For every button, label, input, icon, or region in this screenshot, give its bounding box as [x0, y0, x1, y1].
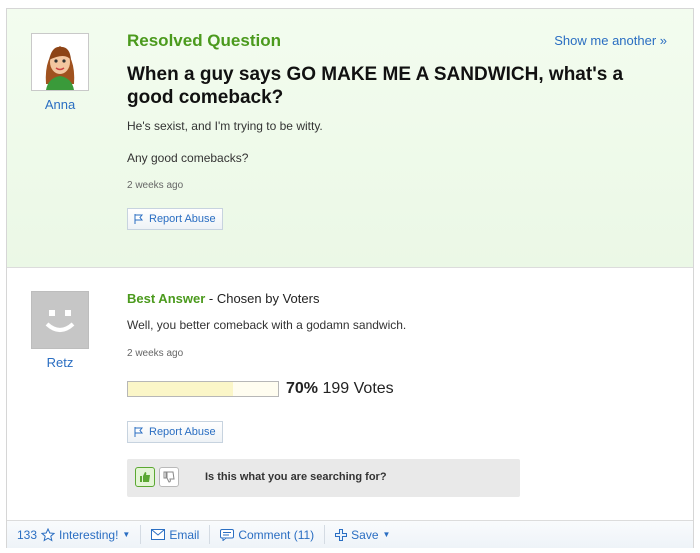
question-details: He's sexist, and I'm trying to be witty. — [127, 119, 323, 133]
report-abuse-label: Report Abuse — [149, 213, 216, 225]
thumbs-down-button[interactable] — [159, 467, 179, 487]
save-button[interactable]: Save ▼ — [325, 525, 400, 544]
action-bar: 133 Interesting! ▼ Email Comment (11) Sa… — [7, 520, 693, 548]
asker-avatar[interactable] — [31, 33, 89, 91]
save-label: Save — [351, 527, 379, 542]
vote-count: 199 Votes — [322, 380, 394, 397]
chevron-down-icon: ▼ — [382, 530, 391, 539]
thumbs-up-button[interactable] — [135, 467, 155, 487]
thumbs-down-icon — [163, 471, 175, 483]
comment-button[interactable]: Comment (11) — [210, 525, 326, 544]
flag-icon — [134, 214, 144, 224]
chevron-down-icon: ▼ — [122, 530, 131, 539]
question-timestamp: 2 weeks ago — [127, 180, 184, 191]
thumbs-up-icon — [140, 472, 150, 482]
best-answer-label: Best Answer — [127, 291, 206, 306]
interesting-count: 133 — [17, 527, 38, 542]
answer-report-abuse-button[interactable]: Report Abuse — [127, 421, 223, 443]
vote-progress-bar — [127, 381, 279, 397]
envelope-icon — [151, 529, 166, 540]
resolved-question-heading: Resolved Question — [127, 31, 281, 50]
flag-icon — [134, 427, 144, 437]
report-abuse-button[interactable]: Report Abuse — [127, 208, 223, 230]
answer-text: Well, you better comeback with a godamn … — [127, 318, 407, 332]
answer-report-abuse-label: Report Abuse — [149, 426, 216, 438]
best-answer-heading: Best Answer - Chosen by Voters — [127, 291, 319, 306]
email-label: Email — [169, 527, 200, 542]
question-section: Anna Resolved Question Show me another »… — [7, 9, 693, 268]
girl-avatar-icon — [32, 34, 88, 90]
asker-name[interactable]: Anna — [25, 97, 95, 112]
interesting-label: Interesting! — [59, 527, 119, 542]
vote-result: 70% 199 Votes — [286, 380, 394, 398]
question-details-2: Any good comebacks? — [127, 151, 249, 165]
show-another-link[interactable]: Show me another » — [554, 33, 667, 48]
answerer-avatar[interactable] — [31, 291, 89, 349]
answerer-name[interactable]: Retz — [25, 355, 95, 370]
comment-icon — [220, 528, 235, 541]
interesting-button[interactable]: 133 Interesting! ▼ — [7, 525, 142, 544]
comment-label: Comment (11) — [238, 527, 315, 542]
default-smiley-avatar-icon — [32, 292, 88, 348]
plus-icon — [335, 528, 348, 541]
question-page: Anna Resolved Question Show me another »… — [6, 8, 694, 548]
question-title: When a guy says GO MAKE ME A SANDWICH, w… — [127, 64, 624, 108]
star-icon — [41, 527, 56, 542]
answer-timestamp: 2 weeks ago — [127, 348, 184, 359]
search-question-text: Is this what you are searching for? — [205, 471, 387, 483]
vote-percent: 70% — [286, 380, 319, 397]
email-button[interactable]: Email — [141, 525, 211, 544]
chosen-by-voters-label: - Chosen by Voters — [205, 291, 320, 306]
search-feedback-box: Is this what you are searching for? — [127, 459, 520, 497]
